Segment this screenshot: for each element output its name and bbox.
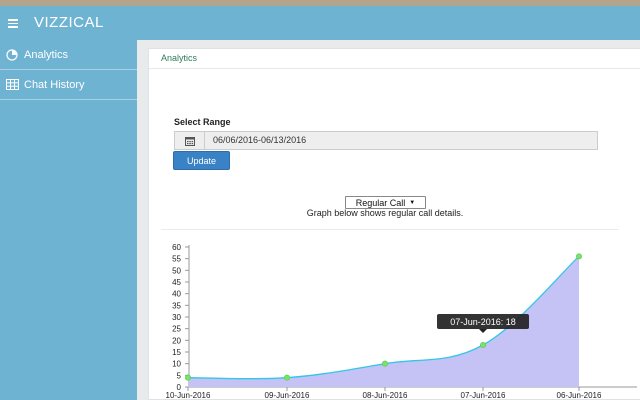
dropdown-arrow-icon: ▼ [409, 199, 416, 206]
table-grid-icon [0, 79, 24, 90]
y-tick-label: 30 [172, 313, 181, 322]
data-point [575, 253, 582, 260]
sidebar-item-chat-history[interactable]: Chat History [0, 70, 137, 100]
y-tick-label: 55 [172, 255, 181, 264]
sidebar-item-label: Chat History [24, 78, 85, 91]
sidebar-item-analytics[interactable]: Analytics [0, 40, 137, 70]
y-tick-label: 15 [172, 348, 181, 357]
data-point [283, 374, 290, 381]
sidebar-item-label: Analytics [24, 48, 69, 61]
divider [161, 229, 619, 230]
y-tick-label: 20 [172, 336, 181, 345]
y-tick-label: 25 [172, 325, 181, 334]
data-point [381, 360, 388, 367]
y-tick-label: 60 [172, 243, 181, 252]
regular-call-chart: 05101520253035404550556010-Jun-2016 09-Ju… [166, 243, 637, 400]
date-range-field[interactable] [174, 131, 598, 150]
breadcrumb: Analytics [149, 49, 640, 69]
call-type-select-value: Regular Call [355, 197, 406, 208]
data-point [479, 342, 486, 349]
pie-chart-icon [0, 48, 24, 61]
calendar-icon[interactable] [175, 132, 205, 149]
x-tick-label: 09-Jun-2016 [265, 391, 310, 400]
y-tick-label: 45 [172, 278, 181, 287]
select-range-label: Select Range [174, 117, 231, 127]
top-bar: VIZZICAL [0, 6, 640, 40]
y-tick-label: 50 [172, 266, 181, 275]
graph-description: Graph below shows regular call details. [306, 208, 464, 218]
app-title: VIZZICAL [34, 14, 104, 31]
tooltip-pointer [479, 329, 487, 333]
x-tick-label: 10-Jun-2016 [166, 391, 211, 400]
hamburger-menu-icon[interactable] [8, 16, 22, 30]
date-range-input[interactable] [213, 135, 583, 145]
data-point [185, 374, 192, 381]
update-button[interactable]: Update [173, 151, 230, 170]
x-tick-label: 06-Jun-2016 [557, 391, 602, 400]
y-tick-label: 5 [177, 371, 182, 380]
y-tick-label: 35 [172, 301, 181, 310]
y-tick-label: 40 [172, 290, 181, 299]
sidebar: Analytics Chat History [0, 40, 137, 400]
tooltip-text: 07-Jun-2016: 18 [450, 317, 516, 327]
x-tick-label: 08-Jun-2016 [363, 391, 408, 400]
y-tick-label: 10 [172, 360, 181, 369]
x-tick-label: 07-Jun-2016 [461, 391, 506, 400]
